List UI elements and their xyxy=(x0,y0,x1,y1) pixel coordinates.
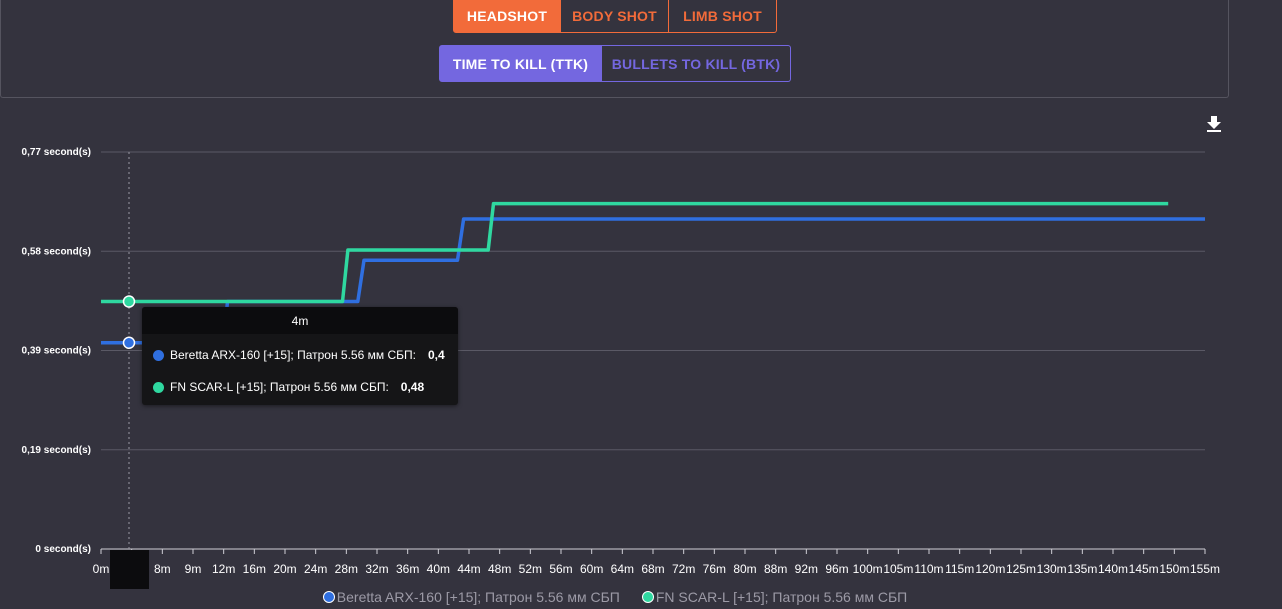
x-tick-label: 20m xyxy=(273,562,296,576)
x-tick-label: 140m xyxy=(1098,562,1128,576)
x-tick-label: 12m xyxy=(212,562,235,576)
y-tick-label: 0,19 second(s) xyxy=(22,445,91,456)
x-tick-label: 52m xyxy=(519,562,542,576)
x-tick-label: 40m xyxy=(427,562,450,576)
x-tick-label: 36m xyxy=(396,562,419,576)
chart-legend: Beretta ARX-160 [+15]; Патрон 5.56 мм СБ… xyxy=(0,589,1230,605)
x-tick-label: 125m xyxy=(1006,562,1036,576)
x-tick-label: 150m xyxy=(1159,562,1189,576)
x-tick-label: 44m xyxy=(457,562,480,576)
x-tick-label: 8m xyxy=(154,562,171,576)
x-tick-label: 48m xyxy=(488,562,511,576)
x-tick-label: 80m xyxy=(733,562,756,576)
tooltip-row-value: 0,48 xyxy=(400,380,425,394)
legend-dot-icon xyxy=(322,591,335,603)
legend-item-series2[interactable]: FN SCAR-L [+15]; Патрон 5.56 мм СБП xyxy=(641,589,908,605)
x-tick-label: 145m xyxy=(1129,562,1159,576)
x-tick-label: 16m xyxy=(243,562,266,576)
x-tick-label: 130m xyxy=(1037,562,1067,576)
x-tick-label: 135m xyxy=(1067,562,1097,576)
x-tick-label: 72m xyxy=(672,562,695,576)
x-tick-label: 105m xyxy=(883,562,913,576)
x-tick-label: 64m xyxy=(611,562,634,576)
hover-point-2 xyxy=(122,295,136,308)
x-tick-label: 76m xyxy=(703,562,726,576)
series1-dot-icon xyxy=(153,349,164,361)
y-tick-label: 0 second(s) xyxy=(35,544,91,555)
ttk-line-chart: 0 second(s) 0,19 second(s) 0,39 second(s) 0… xyxy=(22,147,1221,576)
y-tick-label: 0,77 second(s) xyxy=(22,147,91,158)
tooltip-row-value: 0,4 xyxy=(427,348,445,362)
x-tick-label: 68m xyxy=(641,562,664,576)
x-tick-label: 28m xyxy=(335,562,358,576)
x-tick-label: 110m xyxy=(914,562,943,576)
x-tick-label: 115m xyxy=(945,562,974,576)
legend-item-series1[interactable]: Beretta ARX-160 [+15]; Патрон 5.56 мм СБ… xyxy=(322,589,620,605)
hover-point-1 xyxy=(122,336,136,350)
x-tick-label: 120m xyxy=(975,562,1005,576)
tooltip-row-label: FN SCAR-L [+15]; Патрон 5.56 мм СБП: xyxy=(170,380,389,394)
x-tick-label: 32m xyxy=(365,562,388,576)
y-tick-label: 0,39 second(s) xyxy=(22,346,91,357)
x-tick-label: 96m xyxy=(825,562,848,576)
x-tick-label: 100m xyxy=(853,562,883,576)
x-tick-label: 24m xyxy=(304,562,327,576)
tooltip-row-label: Beretta ARX-160 [+15]; Патрон 5.56 мм СБ… xyxy=(170,348,416,362)
tooltip-title: 4m xyxy=(142,307,458,334)
x-tick-label: 56m xyxy=(549,562,572,576)
x-tick-label: 0m xyxy=(93,562,110,576)
tooltip-row-series2: FN SCAR-L [+15]; Патрон 5.56 мм СБП: 0,4… xyxy=(153,380,424,394)
y-tick-label: 0,58 second(s) xyxy=(22,246,91,257)
legend-label: FN SCAR-L [+15]; Патрон 5.56 мм СБП xyxy=(655,589,908,605)
legend-dot-icon xyxy=(641,591,654,603)
x-tick-label: 155m xyxy=(1190,562,1220,576)
x-tick-label: 9m xyxy=(185,562,202,576)
tooltip-row-series1: Beretta ARX-160 [+15]; Патрон 5.56 мм СБ… xyxy=(153,348,445,362)
legend-label: Beretta ARX-160 [+15]; Патрон 5.56 мм СБ… xyxy=(336,589,620,605)
x-tick-label: 88m xyxy=(764,562,787,576)
chart-tooltip: 4m Beretta ARX-160 [+15]; Патрон 5.56 мм… xyxy=(142,307,458,405)
hover-cursor-marker xyxy=(110,550,149,589)
series2-dot-icon xyxy=(153,381,164,393)
x-tick-label: 60m xyxy=(580,562,603,576)
x-tick-label: 92m xyxy=(795,562,818,576)
